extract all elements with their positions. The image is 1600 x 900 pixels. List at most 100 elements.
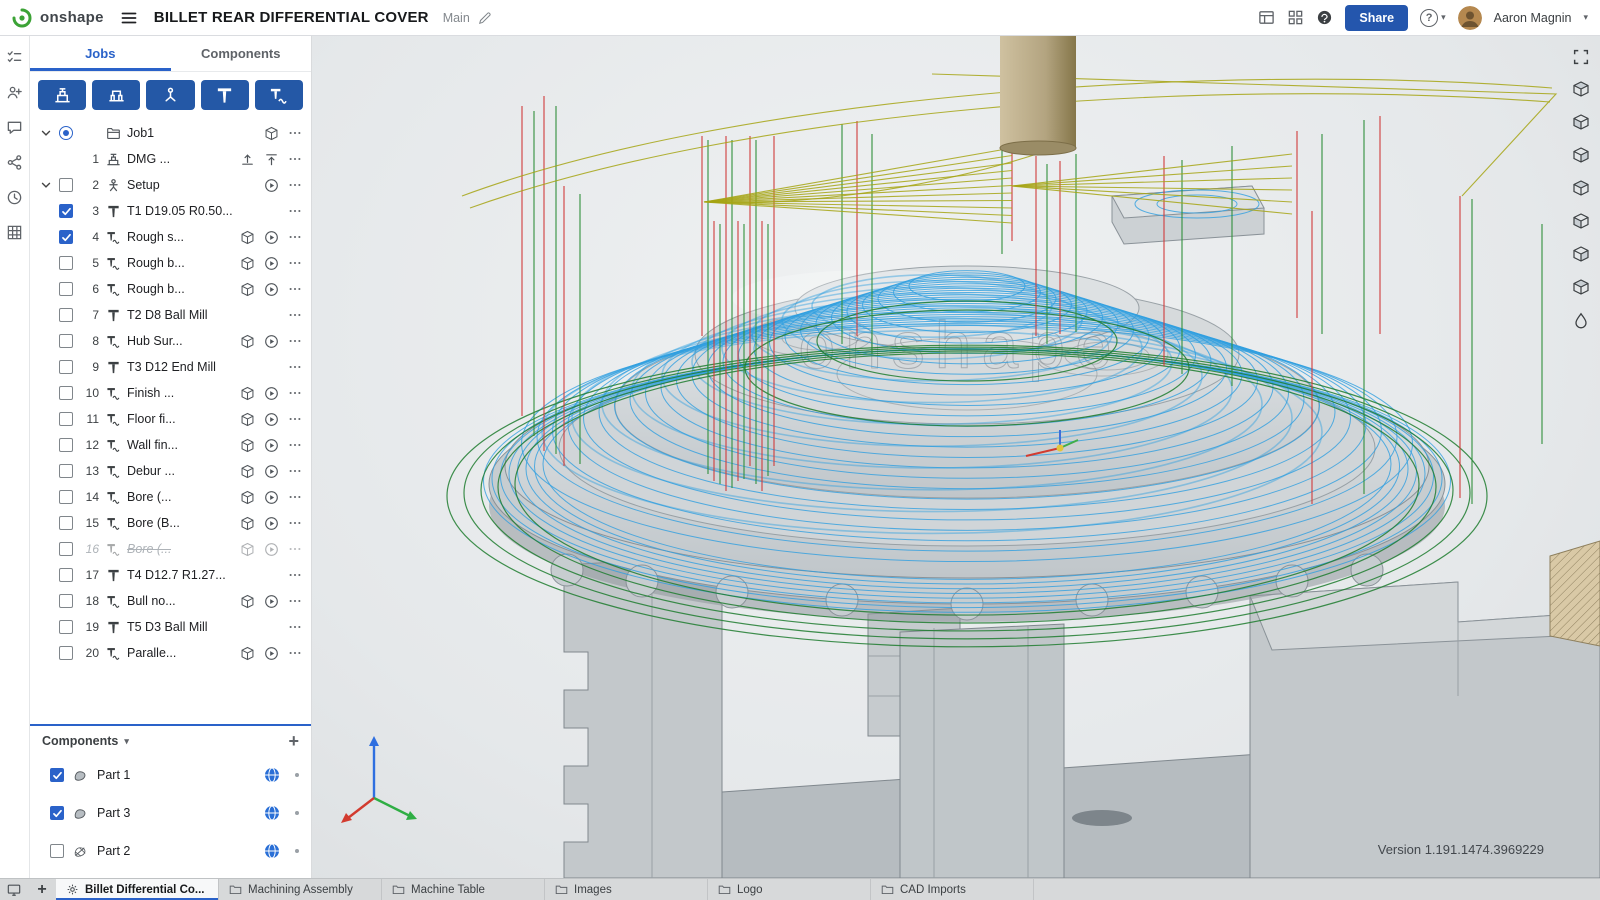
doc-tab-machining-assembly[interactable]: Machining Assembly	[219, 879, 382, 900]
row-checkbox[interactable]	[58, 593, 74, 609]
tree-row-5[interactable]: 5Rough b...	[30, 250, 311, 276]
play-button[interactable]	[263, 333, 279, 349]
row-checkbox[interactable]	[58, 385, 74, 401]
fullscreen-button[interactable]	[1566, 42, 1596, 72]
tree-row-9[interactable]: 9T3 D12 End Mill	[30, 354, 311, 380]
part-checkbox[interactable]	[50, 844, 64, 858]
more-options-button[interactable]	[287, 177, 303, 193]
doc-tab-images[interactable]: Images	[545, 879, 708, 900]
more-options-button[interactable]	[287, 489, 303, 505]
play-button[interactable]	[263, 437, 279, 453]
tree-row-12[interactable]: 12Wall fin...	[30, 432, 311, 458]
part-checkbox[interactable]	[50, 768, 64, 782]
tree-row-16[interactable]: 16Bore (...	[30, 536, 311, 562]
view-cube-button-3[interactable]	[1566, 141, 1596, 171]
edit-version-icon[interactable]	[478, 11, 492, 25]
row-checkbox[interactable]	[58, 359, 74, 375]
more-options-button[interactable]	[287, 437, 303, 453]
tables-icon[interactable]	[4, 221, 26, 243]
post-process-button[interactable]	[239, 151, 255, 167]
add-component-button[interactable]: +	[288, 732, 299, 750]
tree-row-15[interactable]: 15Bore (B...	[30, 510, 311, 536]
play-button[interactable]	[263, 281, 279, 297]
more-options-button[interactable]	[287, 203, 303, 219]
row-checkbox[interactable]	[58, 281, 74, 297]
expand-chevron-icon[interactable]	[38, 125, 54, 141]
play-button[interactable]	[263, 489, 279, 505]
export-button[interactable]	[263, 151, 279, 167]
more-options-button[interactable]	[287, 463, 303, 479]
part-checkbox[interactable]	[50, 806, 64, 820]
row-checkbox[interactable]	[58, 437, 74, 453]
insert-tool-button[interactable]	[201, 80, 249, 110]
doc-tab-machine-table[interactable]: Machine Table	[382, 879, 545, 900]
render-settings-icon[interactable]	[0, 879, 28, 900]
tree-row-17[interactable]: 17T4 D12.7 R1.27...	[30, 562, 311, 588]
share-button[interactable]: Share	[1345, 5, 1408, 31]
appearance-droplet-button[interactable]	[1566, 306, 1596, 336]
tree-row-job1[interactable]: Job1	[30, 120, 311, 146]
components-header[interactable]: Components ▾ +	[30, 726, 311, 756]
tree-row-7[interactable]: 7T2 D8 Ball Mill	[30, 302, 311, 328]
help-menu-button[interactable]: ? ▾	[1420, 9, 1446, 27]
more-options-button[interactable]	[287, 567, 303, 583]
view-cube-button-2[interactable]	[1566, 108, 1596, 138]
row-checkbox[interactable]	[58, 307, 74, 323]
tab-jobs[interactable]: Jobs	[30, 36, 171, 71]
tree-row-10[interactable]: 10Finish ...	[30, 380, 311, 406]
play-button[interactable]	[263, 593, 279, 609]
feature-list-icon[interactable]	[4, 46, 26, 68]
row-checkbox[interactable]	[58, 333, 74, 349]
comments-icon[interactable]	[4, 116, 26, 138]
main-menu-button[interactable]	[120, 9, 138, 27]
onshape-wordmark[interactable]: onshape	[40, 9, 104, 26]
more-options-button[interactable]	[287, 229, 303, 245]
tree-row-8[interactable]: 8Hub Sur...	[30, 328, 311, 354]
workspace-label[interactable]: Main	[443, 11, 470, 25]
tree-row-3[interactable]: 3T1 D19.05 R0.50...	[30, 198, 311, 224]
in-context-globe-icon[interactable]	[264, 767, 280, 783]
more-options-button[interactable]	[287, 515, 303, 531]
more-options-button[interactable]	[287, 255, 303, 271]
tree-row-19[interactable]: 19T5 D3 Ball Mill	[30, 614, 311, 640]
history-icon[interactable]	[4, 186, 26, 208]
tree-row-6[interactable]: 6Rough b...	[30, 276, 311, 302]
row-checkbox[interactable]	[58, 515, 74, 531]
play-button[interactable]	[263, 541, 279, 557]
share-links-icon[interactable]	[4, 151, 26, 173]
in-context-globe-icon[interactable]	[264, 843, 280, 859]
more-options-button[interactable]	[287, 385, 303, 401]
more-options-button[interactable]	[287, 125, 303, 141]
play-button[interactable]	[263, 177, 279, 193]
graphics-viewport[interactable]: onshape	[312, 36, 1600, 878]
more-options-button[interactable]	[287, 333, 303, 349]
tab-components[interactable]: Components	[171, 36, 312, 71]
play-button[interactable]	[263, 645, 279, 661]
row-checkbox[interactable]	[58, 177, 74, 193]
row-checkbox[interactable]	[58, 541, 74, 557]
follow-mode-icon[interactable]	[4, 81, 26, 103]
play-button[interactable]	[263, 463, 279, 479]
play-button[interactable]	[263, 229, 279, 245]
insert-probe-button[interactable]	[146, 80, 194, 110]
play-button[interactable]	[263, 255, 279, 271]
part-row-part-2[interactable]: Part 2	[30, 832, 311, 870]
tree-row-1[interactable]: 1DMG ...	[30, 146, 311, 172]
doc-tab-billet-differential-co[interactable]: Billet Differential Co...	[56, 879, 219, 900]
row-checkbox[interactable]	[58, 645, 74, 661]
insert-stock-button[interactable]	[92, 80, 140, 110]
row-checkbox[interactable]	[58, 203, 74, 219]
row-checkbox[interactable]	[58, 489, 74, 505]
row-checkbox[interactable]	[58, 255, 74, 271]
play-button[interactable]	[263, 385, 279, 401]
more-options-button[interactable]	[287, 307, 303, 323]
row-checkbox[interactable]	[58, 463, 74, 479]
row-checkbox[interactable]	[58, 229, 74, 245]
more-options-button[interactable]	[287, 411, 303, 427]
doc-tab-logo[interactable]: Logo	[708, 879, 871, 900]
more-options-button[interactable]	[287, 541, 303, 557]
in-context-globe-icon[interactable]	[264, 805, 280, 821]
tree-row-20[interactable]: 20Paralle...	[30, 640, 311, 666]
insert-operation-button[interactable]	[255, 80, 303, 110]
tree-row-11[interactable]: 11Floor fi...	[30, 406, 311, 432]
